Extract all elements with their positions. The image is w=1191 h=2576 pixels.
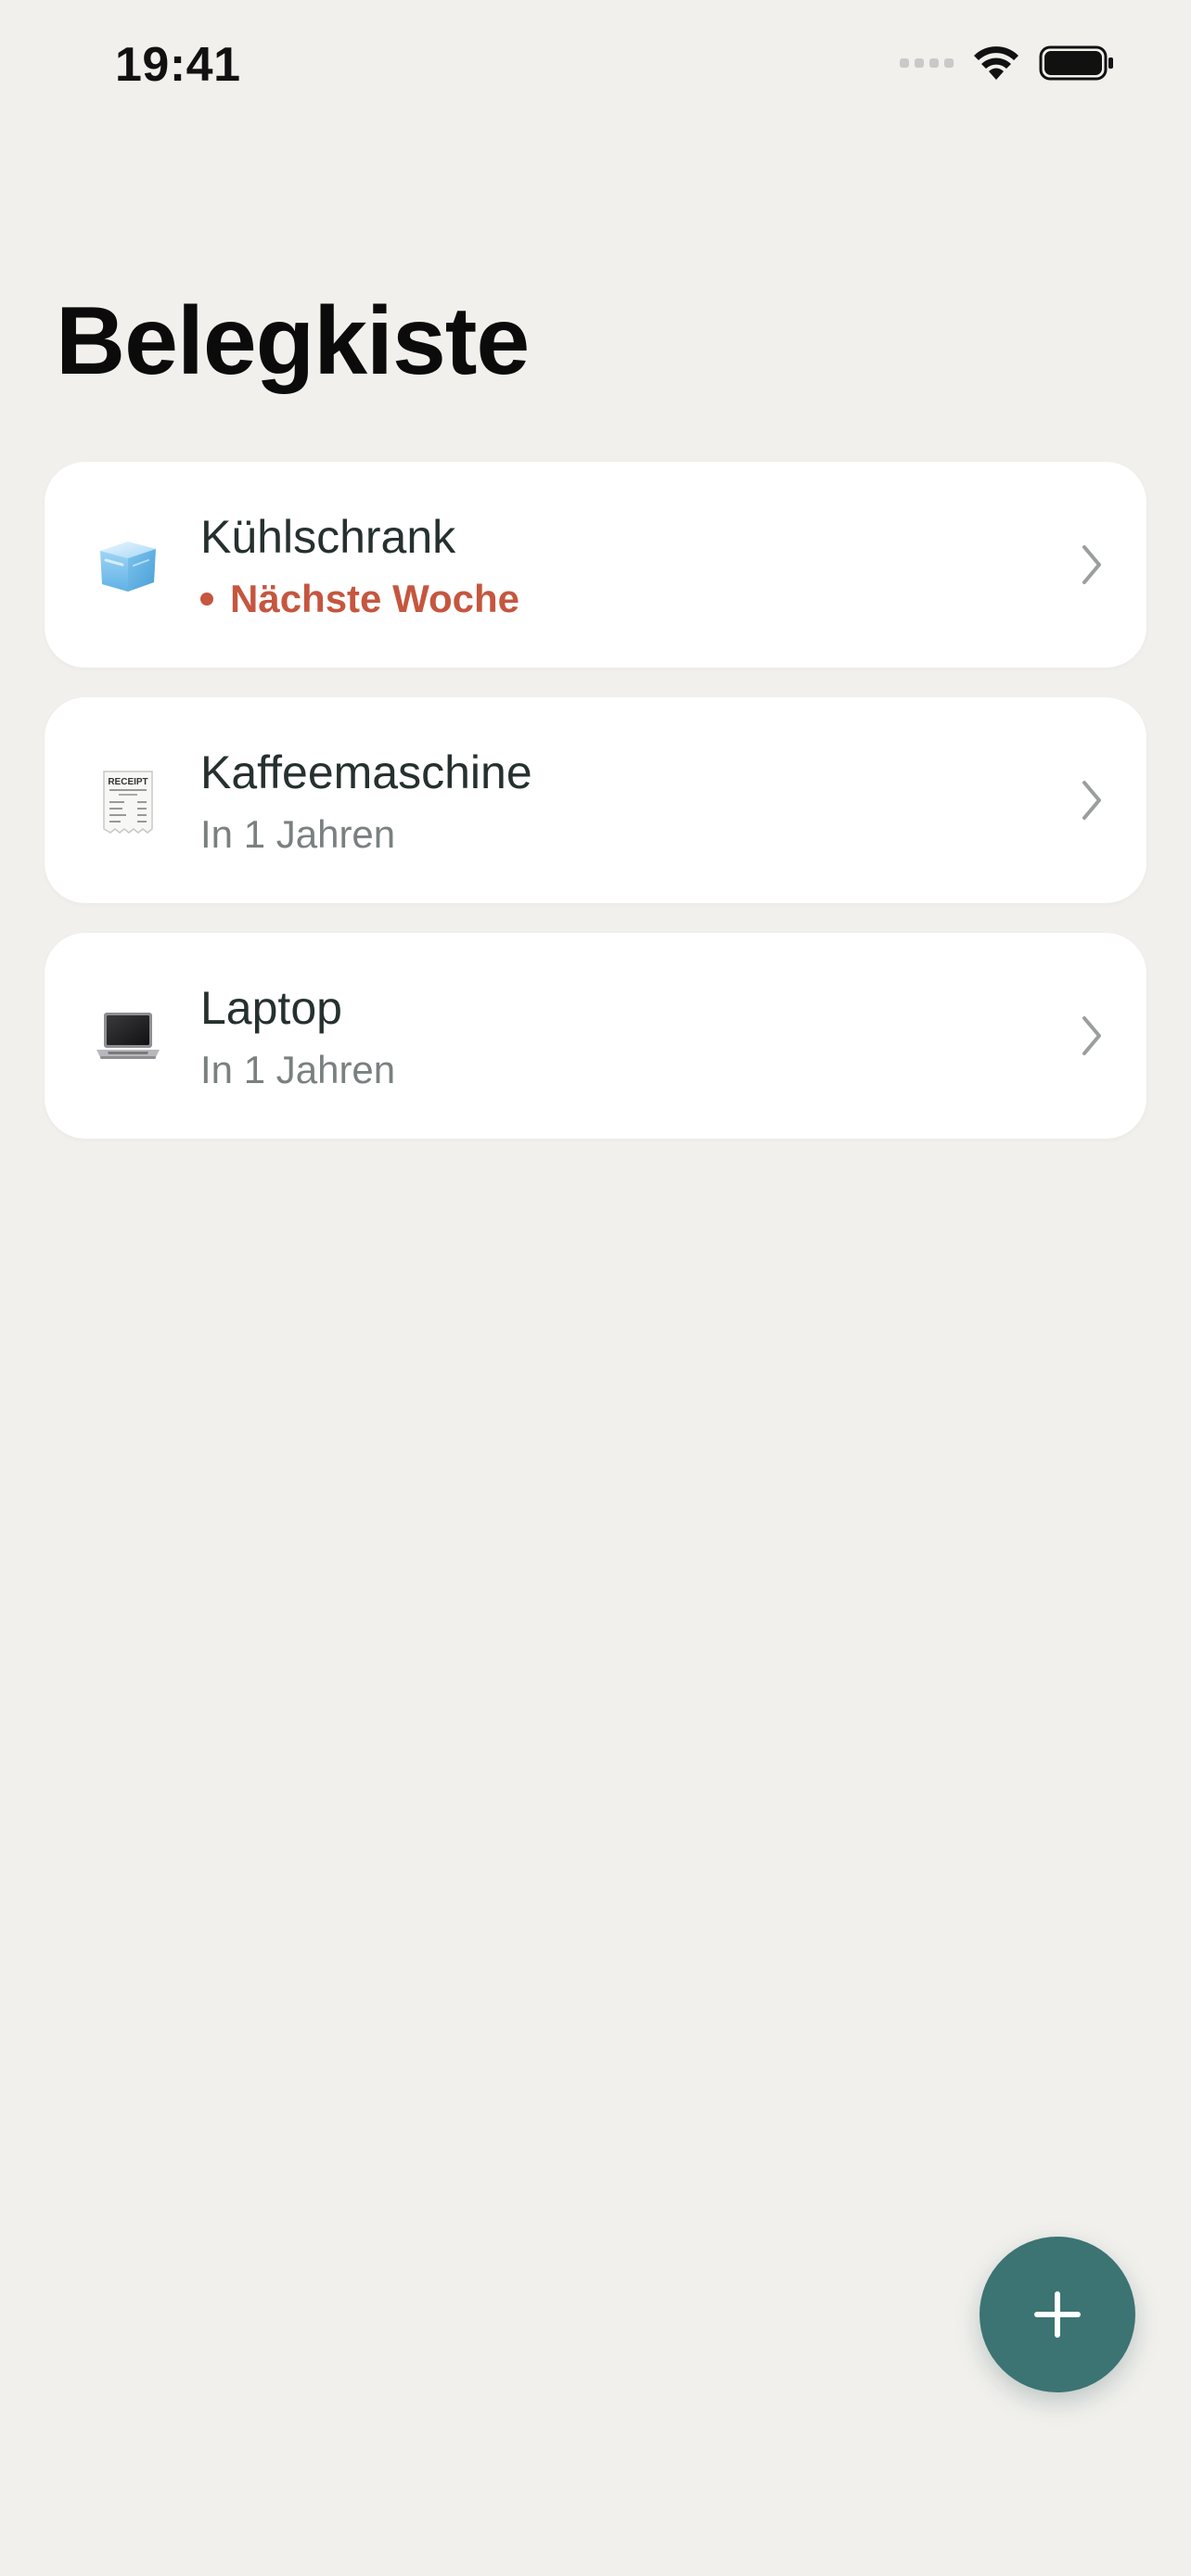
item-due-date: In 1 Jahren [200,1048,395,1092]
wifi-icon [974,46,1018,80]
item-subtitle: Nächste Woche [230,577,519,620]
plus-icon [1034,2291,1081,2338]
list-item-kuehlschrank[interactable]: Kühlschrank Nächste Woche [45,462,1146,668]
status-icons [900,45,1115,82]
item-subtitle: In 1 Jahren [200,1048,396,1091]
receipt-icon-text: RECEIPT [108,777,147,787]
status-time: 19:41 [115,38,241,92]
receipt-list: Kühlschrank Nächste Woche RECEIPT Kaffee… [45,462,1146,1168]
item-title: Kaffeemaschine [200,746,532,798]
ice-cube-icon [100,542,156,592]
list-item-kaffeemaschine[interactable]: RECEIPT Kaffeemaschine In 1 Jahren [45,697,1146,903]
laptop-icon [96,1013,160,1059]
chevron-right-icon [1082,1016,1101,1055]
alert-dot-icon [200,593,213,606]
battery-icon [1039,45,1113,81]
item-subtitle: In 1 Jahren [200,812,396,856]
list-item-laptop[interactable]: Laptop In 1 Jahren [45,933,1146,1139]
receipt-icon: RECEIPT [103,771,153,834]
item-due-date: In 1 Jahren [200,812,395,857]
item-title: Laptop [200,982,342,1034]
item-due-alert: Nächste Woche [200,577,519,621]
cellular-signal-icon [900,58,954,68]
chevron-right-icon [1082,545,1101,584]
item-title: Kühlschrank [200,511,456,563]
status-bar: 19:41 [0,0,1191,139]
chevron-right-icon [1082,781,1101,820]
page-title: Belegkiste [56,287,530,395]
add-receipt-button[interactable] [980,2237,1135,2392]
